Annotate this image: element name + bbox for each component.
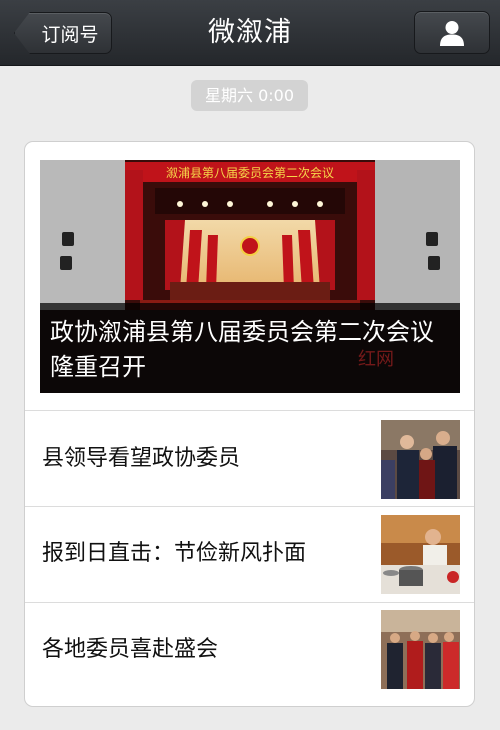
list-item[interactable]: 县领导看望政协委员 (25, 411, 474, 506)
list-item-title: 各地委员喜赴盛会 (42, 637, 219, 662)
timestamp: 星期六 0:00 (191, 80, 308, 111)
back-button[interactable]: 订阅号 (14, 12, 112, 54)
person-icon (440, 20, 464, 46)
list-item-thumbnail (381, 420, 460, 499)
watermark: 红网 (358, 349, 394, 370)
list-item-thumbnail (381, 515, 460, 594)
cover-article[interactable]: 溆浦县第八届委员会第二次会议 政协溆浦县第八届委员会第二次会议隆重召开 红网 (40, 160, 460, 393)
list-item-title: 报到日直击：节俭新风扑面 (42, 541, 307, 566)
list-item-thumbnail (381, 610, 460, 689)
banner-text: 溆浦县第八届委员会第二次会议 (166, 166, 334, 180)
navbar: 订阅号 微溆浦 (0, 0, 500, 66)
page-title: 微溆浦 (208, 17, 292, 48)
cover-title: 政协溆浦县第八届委员会第二次会议隆重召开 (40, 303, 460, 393)
profile-button[interactable] (414, 11, 490, 54)
article-card: 溆浦县第八届委员会第二次会议 政协溆浦县第八届委员会第二次会议隆重召开 红网 县… (24, 141, 475, 707)
list-item[interactable]: 报到日直击：节俭新风扑面 (25, 507, 474, 602)
list-item[interactable]: 各地委员喜赴盛会 (25, 603, 474, 703)
back-button-label: 订阅号 (41, 23, 99, 46)
list-item-title: 县领导看望政协委员 (42, 446, 241, 471)
